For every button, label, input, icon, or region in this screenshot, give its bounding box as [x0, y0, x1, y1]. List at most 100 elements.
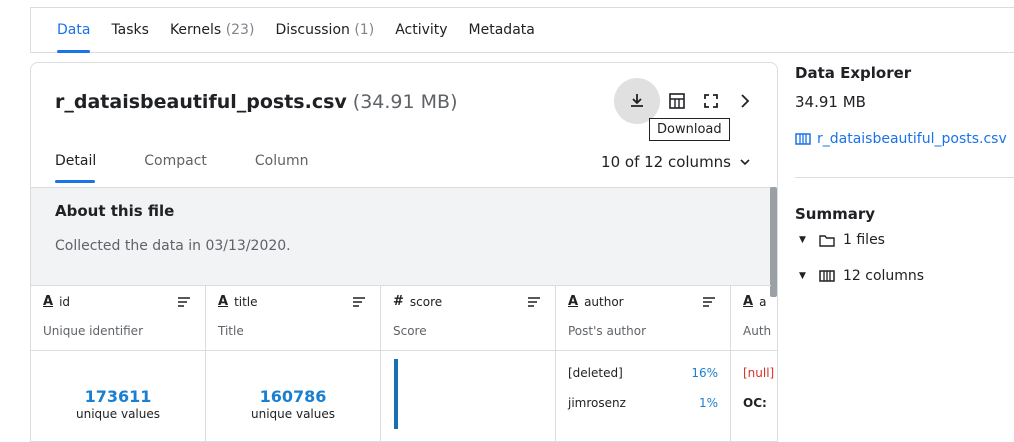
column-description: Score	[393, 324, 427, 338]
value-label: [deleted]	[568, 366, 623, 380]
summary-label: 1 files	[843, 232, 885, 248]
caret-down-icon: ▼	[799, 271, 806, 281]
download-tooltip: Download	[649, 118, 730, 141]
string-type-icon: A	[743, 294, 754, 309]
column-id: Aid Unique identifier 173611 unique valu…	[31, 286, 206, 441]
string-type-icon: A	[568, 294, 579, 309]
divider	[556, 350, 730, 351]
column-name: id	[59, 294, 71, 309]
dataset-size: 34.91 MB	[795, 93, 866, 111]
about-text: Collected the data in 03/13/2020.	[55, 238, 291, 254]
column-description: Unique identifier	[43, 324, 143, 338]
about-file-section: About this file Collected the data in 03…	[31, 187, 771, 285]
value-percent: 1%	[698, 396, 718, 410]
column-selector[interactable]: 10 of 12 columns	[601, 153, 751, 171]
file-size: (34.91 MB)	[352, 91, 458, 113]
chevron-right-icon	[741, 94, 750, 108]
table-icon	[669, 93, 685, 109]
column-selector-label: 10 of 12 columns	[601, 153, 731, 171]
column-name: score	[409, 294, 443, 309]
string-type-icon: A	[43, 294, 54, 309]
column-score: # score Score	[381, 286, 556, 441]
summary-columns[interactable]: ▼ 12 columns	[799, 268, 924, 284]
value-row: OC:	[743, 396, 777, 410]
column-header: Aauthor	[568, 294, 624, 309]
file-title: r_dataisbeautiful_posts.csv (34.91 MB)	[55, 91, 457, 113]
tab-label: Tasks	[111, 22, 149, 38]
table-view-button[interactable]	[660, 84, 694, 118]
tab-count: (23)	[225, 22, 255, 38]
tab-label: Metadata	[468, 22, 535, 38]
tab-metadata[interactable]: Metadata	[469, 8, 535, 52]
tab-label: Discussion	[275, 22, 350, 38]
tab-kernels[interactable]: Kernels (23)	[170, 8, 254, 52]
tab-tasks[interactable]: Tasks	[111, 8, 149, 52]
divider	[31, 350, 205, 351]
column-description: Post's author	[568, 324, 647, 338]
scrollbar[interactable]	[770, 187, 777, 297]
divider	[381, 350, 555, 351]
divider	[731, 350, 777, 351]
chevron-down-icon	[740, 159, 750, 166]
column-description: Title	[218, 324, 244, 338]
table-file-icon	[795, 133, 811, 145]
data-explorer-title: Data Explorer	[795, 64, 912, 82]
value-label: OC:	[743, 396, 767, 410]
tab-count: (1)	[354, 22, 375, 38]
folder-icon	[819, 235, 835, 247]
tab-label: Kernels	[169, 22, 222, 38]
summary-files[interactable]: ▼ 1 files	[799, 232, 885, 248]
column-title: Atitle Title 160786 unique values	[206, 286, 381, 441]
column-author: Aauthor Post's author [deleted] 16% jimro…	[556, 286, 731, 441]
explorer-file-link[interactable]: r_dataisbeautiful_posts.csv	[795, 131, 1007, 147]
column-header: # score	[393, 294, 442, 309]
value-percent: 16%	[691, 366, 718, 380]
column-description: Auth	[743, 324, 772, 338]
tab-data[interactable]: Data	[57, 8, 91, 53]
next-button[interactable]	[728, 84, 762, 118]
caret-down-icon: ▼	[799, 235, 806, 245]
file-name: r_dataisbeautiful_posts.csv	[55, 91, 347, 113]
file-preview-card: r_dataisbeautiful_posts.csv (34.91 MB) Do…	[30, 62, 778, 442]
download-icon	[631, 94, 643, 107]
unique-count: 173611	[84, 387, 152, 406]
tab-activity[interactable]: Activity	[395, 8, 447, 52]
column-header: Aid	[43, 294, 70, 309]
unique-count-label: unique values	[76, 407, 160, 421]
value-row: jimrosenz 1%	[568, 396, 718, 410]
tab-compact[interactable]: Compact	[144, 153, 207, 183]
column-partial: Aa Auth [null] OC:	[731, 286, 777, 441]
value-label: jimrosenz	[568, 396, 626, 410]
divider	[795, 177, 1014, 178]
divider	[206, 350, 380, 351]
summary-label: 12 columns	[843, 268, 925, 284]
value-row: [null]	[743, 366, 777, 380]
tab-discussion[interactable]: Discussion (1)	[275, 8, 374, 52]
column-name: title	[234, 294, 258, 309]
column-header: Aa	[743, 294, 766, 309]
sort-icon[interactable]	[527, 296, 541, 308]
unique-count: 160786	[259, 387, 327, 406]
value-label: [null]	[743, 366, 775, 380]
sort-icon[interactable]	[702, 296, 716, 308]
columns-icon	[819, 270, 835, 282]
string-type-icon: A	[218, 294, 229, 309]
view-tabs: Detail Compact Column	[55, 153, 357, 183]
tab-label: Activity	[395, 22, 448, 38]
value-row: [deleted] 16%	[568, 366, 718, 380]
fullscreen-button[interactable]	[694, 84, 728, 118]
numeric-type-icon: #	[393, 294, 404, 309]
tab-column[interactable]: Column	[255, 153, 309, 183]
tab-detail[interactable]: Detail	[55, 153, 96, 183]
summary-title: Summary	[795, 205, 876, 223]
about-title: About this file	[55, 202, 175, 220]
fullscreen-icon	[704, 94, 718, 108]
data-explorer-panel: Data Explorer 34.91 MB r_dataisbeautiful…	[795, 0, 1014, 424]
sort-icon[interactable]	[177, 296, 191, 308]
column-name: author	[584, 294, 624, 309]
unique-count-label: unique values	[251, 407, 335, 421]
histogram-bar	[394, 359, 398, 429]
tab-label: Data	[57, 22, 91, 38]
sort-icon[interactable]	[352, 296, 366, 308]
column-header: Atitle	[218, 294, 258, 309]
